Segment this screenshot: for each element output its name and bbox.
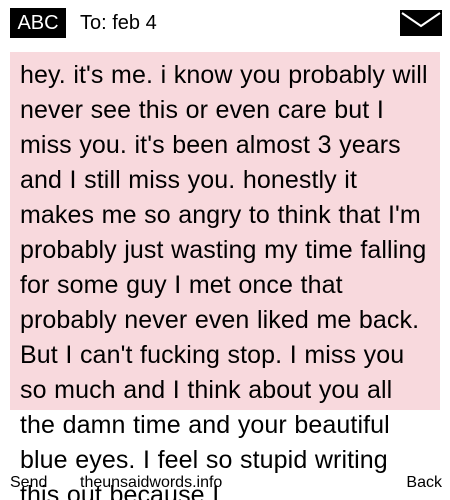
envelope-icon [400,10,442,36]
message-text[interactable]: hey. it's me. i know you probably will n… [10,52,440,500]
recipient-field[interactable]: To: feb 4 [80,10,157,36]
message-header: ABC To: feb 4 [0,0,450,46]
input-mode-badge[interactable]: ABC [10,8,66,38]
back-softkey[interactable]: Back [406,472,442,494]
watermark: theunsaidwords.info [80,474,223,491]
message-body-area[interactable]: hey. it's me. i know you probably will n… [10,52,440,500]
softkey-bar: Send theunsaidwords.info Back [0,472,450,500]
send-softkey[interactable]: Send [10,472,47,494]
